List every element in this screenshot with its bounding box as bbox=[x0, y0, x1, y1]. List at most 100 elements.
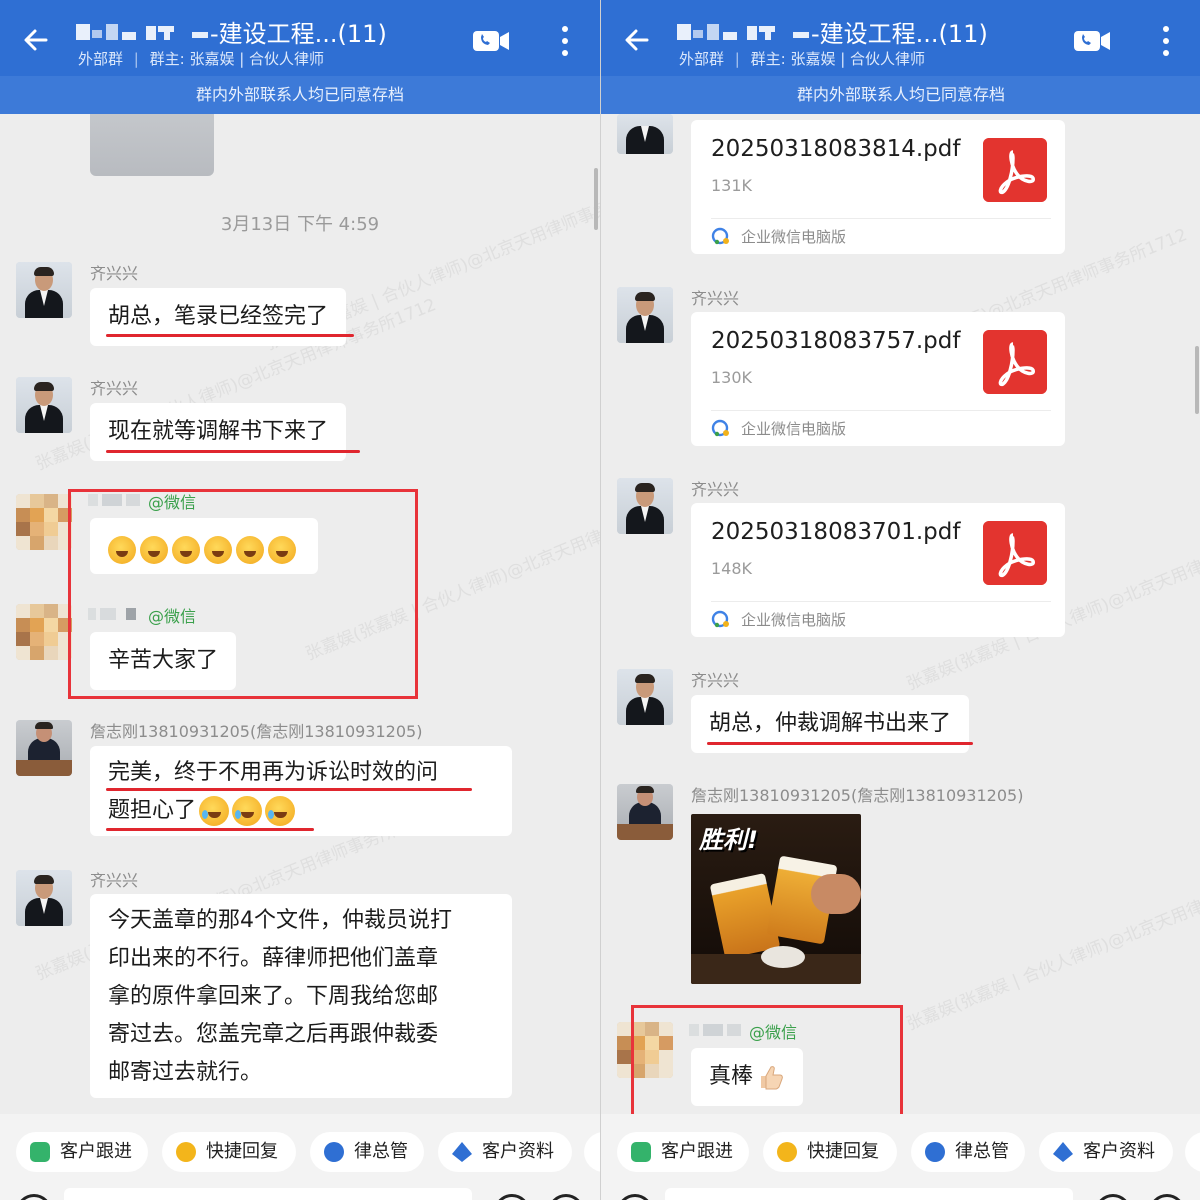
message-text-line: 寄过去。您盖完章之后再跟仲裁委 bbox=[108, 1022, 439, 1047]
message-text-line: 题担心了 bbox=[108, 792, 494, 830]
customer-followup-button[interactable]: 客户跟进 bbox=[617, 1132, 749, 1172]
sender-name: 齐兴兴 bbox=[90, 871, 139, 890]
message-text: 胡总，笔录已经签完了 bbox=[108, 304, 329, 329]
button-label: 快捷回复 bbox=[807, 1141, 879, 1162]
chat-subtitle: 外部群 | 群主: 张嘉娱 | 合伙人律师 bbox=[679, 50, 926, 68]
avatar[interactable] bbox=[617, 287, 673, 343]
chat-title[interactable]: -建设工程...(11) 外部群 | 群主: 张嘉娱 | 合伙人律师 bbox=[74, 12, 444, 72]
sender-name: 齐兴兴 bbox=[90, 379, 139, 398]
pdf-file-icon bbox=[983, 521, 1047, 585]
button-label: 客户跟进 bbox=[60, 1141, 132, 1162]
file-source: 企业微信电脑版 bbox=[741, 420, 847, 438]
red-underline bbox=[106, 334, 354, 337]
sender-name: 齐兴兴 bbox=[691, 671, 740, 690]
archive-notice: 群内外部联系人均已同意存档 bbox=[601, 76, 1200, 114]
red-underline bbox=[106, 788, 472, 791]
chat-title[interactable]: -建设工程...(11) 外部群 | 群主: 张嘉娱 | 合伙人律师 bbox=[675, 12, 1045, 72]
archive-notice: 群内外部联系人均已同意存档 bbox=[0, 76, 600, 114]
message-text-line: 印出来的不行。薛律师把他们盖章 bbox=[108, 946, 439, 971]
avatar[interactable] bbox=[617, 669, 673, 725]
avatar-blurred[interactable] bbox=[16, 604, 72, 660]
message-text: 现在就等调解书下来了 bbox=[108, 419, 329, 444]
file-message-card[interactable]: 20250318083757.pdf 130K 企业微信电脑版 bbox=[691, 312, 1065, 446]
message-bubble[interactable]: 今天盖章的那4个文件，仲裁员说打 印出来的不行。薛律师把他们盖章 拿的原件拿回来… bbox=[90, 894, 512, 1098]
pdf-file-icon bbox=[983, 330, 1047, 394]
avatar[interactable] bbox=[16, 377, 72, 433]
more-quick-actions-button[interactable] bbox=[1185, 1132, 1200, 1172]
eye-icon bbox=[324, 1142, 344, 1162]
avatar[interactable] bbox=[617, 784, 673, 840]
back-arrow-icon[interactable] bbox=[621, 24, 653, 56]
more-options-icon[interactable] bbox=[552, 24, 578, 58]
red-underline bbox=[106, 450, 360, 453]
divider bbox=[711, 601, 1051, 602]
plate bbox=[761, 946, 805, 968]
file-name: 20250318083757.pdf bbox=[711, 328, 961, 354]
wecom-desktop-icon bbox=[711, 227, 729, 245]
message-bubble[interactable]: 胡总，笔录已经签完了 bbox=[90, 288, 347, 346]
sender-name: 齐兴兴 bbox=[90, 264, 139, 283]
file-message-card[interactable]: 20250318083814.pdf 131K 企业微信电脑版 bbox=[691, 120, 1065, 254]
laugh-cry-emoji-icon bbox=[199, 796, 230, 826]
button-label: 客户资料 bbox=[1083, 1141, 1155, 1162]
button-label: 客户跟进 bbox=[661, 1141, 733, 1162]
red-highlight-box bbox=[68, 489, 418, 699]
customer-profile-button[interactable]: 客户资料 bbox=[1039, 1132, 1173, 1172]
input-area[interactable] bbox=[601, 1186, 1200, 1200]
quick-reply-button[interactable]: 快捷回复 bbox=[162, 1132, 296, 1172]
avatar[interactable] bbox=[16, 262, 72, 318]
eye-icon bbox=[925, 1142, 945, 1162]
pdf-file-icon bbox=[983, 138, 1047, 202]
file-size: 130K bbox=[711, 368, 753, 387]
file-message-card[interactable]: 20250318083701.pdf 148K 企业微信电脑版 bbox=[691, 503, 1065, 637]
customer-followup-button[interactable]: 客户跟进 bbox=[16, 1132, 148, 1172]
laugh-cry-emoji-icon bbox=[265, 796, 296, 826]
celebration-image[interactable]: 胜利! bbox=[691, 814, 861, 984]
followup-icon bbox=[631, 1142, 651, 1162]
divider bbox=[711, 410, 1051, 411]
more-options-icon[interactable] bbox=[1153, 24, 1179, 58]
message-text-line: 完美，终于不用再为诉讼时效的问 bbox=[108, 760, 439, 785]
chat-panel-right: 张嘉娱(张嘉娱 | 合伙人律师)@北京天用律师事务所1712 张嘉娱(张嘉娱 |… bbox=[600, 0, 1200, 1200]
file-size: 131K bbox=[711, 176, 753, 195]
button-label: 律总管 bbox=[955, 1141, 1009, 1162]
avatar[interactable] bbox=[617, 114, 673, 154]
more-quick-actions-button[interactable] bbox=[584, 1132, 600, 1172]
video-call-icon[interactable] bbox=[472, 28, 510, 54]
customer-profile-button[interactable]: 客户资料 bbox=[438, 1132, 572, 1172]
quick-reply-button[interactable]: 快捷回复 bbox=[763, 1132, 897, 1172]
lvzongguan-button[interactable]: 律总管 bbox=[911, 1132, 1025, 1172]
laugh-cry-emoji-icon bbox=[232, 796, 263, 826]
chat-subtitle: 外部群 | 群主: 张嘉娱 | 合伙人律师 bbox=[78, 50, 325, 68]
avatar[interactable] bbox=[16, 720, 72, 776]
input-area[interactable] bbox=[0, 1186, 600, 1200]
quick-reply-icon bbox=[777, 1142, 797, 1162]
message-bubble[interactable]: 完美，终于不用再为诉讼时效的问 题担心了 bbox=[90, 746, 512, 836]
redacted-group-name bbox=[76, 18, 186, 40]
file-source: 企业微信电脑版 bbox=[741, 611, 847, 629]
chat-title-text: -建设工程...(11) bbox=[793, 14, 988, 49]
avatar[interactable] bbox=[16, 870, 72, 926]
red-highlight-box bbox=[631, 1005, 903, 1121]
file-name: 20250318083701.pdf bbox=[711, 519, 961, 545]
scrollbar-thumb[interactable] bbox=[1195, 346, 1199, 414]
button-label: 快捷回复 bbox=[206, 1141, 278, 1162]
message-text: 胡总，仲裁调解书出来了 bbox=[709, 711, 952, 736]
message-text-line: 拿的原件拿回来了。下周我给您邮 bbox=[108, 984, 439, 1009]
message-text-line: 邮寄过去就行。 bbox=[108, 1060, 263, 1085]
video-call-icon[interactable] bbox=[1073, 28, 1111, 54]
red-underline bbox=[707, 742, 973, 745]
sender-name: 詹志刚13810931205(詹志刚13810931205) bbox=[90, 722, 423, 741]
scrollbar-thumb[interactable] bbox=[594, 168, 598, 230]
image-caption: 胜利! bbox=[699, 826, 758, 854]
title-suffix: -建设工程...(11) bbox=[210, 20, 387, 48]
file-size: 148K bbox=[711, 559, 753, 578]
message-timestamp: 3月13日 下午 4:59 bbox=[220, 214, 380, 235]
avatar-blurred[interactable] bbox=[16, 494, 72, 550]
red-underline bbox=[106, 828, 314, 831]
lvzongguan-button[interactable]: 律总管 bbox=[310, 1132, 424, 1172]
back-arrow-icon[interactable] bbox=[20, 24, 52, 56]
previous-image-message[interactable] bbox=[90, 114, 214, 176]
group-type-label: 外部群 bbox=[679, 50, 725, 68]
avatar[interactable] bbox=[617, 478, 673, 534]
